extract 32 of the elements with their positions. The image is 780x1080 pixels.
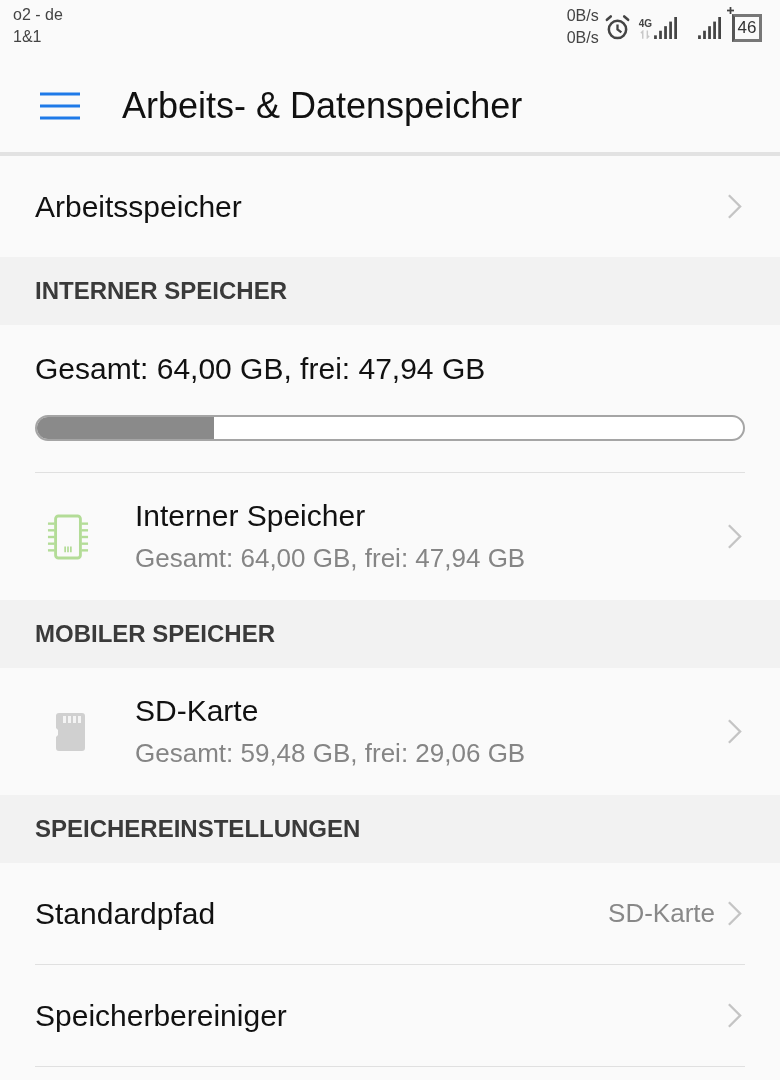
section-header: INTERNER SPEICHER [0,257,780,325]
item-title: Arbeitsspeicher [35,189,243,224]
signal-icon [698,17,722,39]
item-title: SD-Karte [135,694,260,728]
chevron-right-icon [727,523,742,550]
plus-icon [727,7,734,14]
item-title: Speicherbereiniger [35,998,288,1033]
item-title: Standardpfad [35,896,217,931]
network-speed: 0B/s [566,6,599,26]
alarm-clock-icon [604,14,630,40]
sd-card-icon [55,712,85,751]
item-value: SD-Karte [608,898,715,929]
chevron-right-icon [727,718,742,745]
item-subtitle: Gesamt: 59,48 GB, frei: 29,06 GB [135,738,527,769]
carrier-name: 1&1 [13,27,43,47]
section-header: MOBILER SPEICHER [0,600,780,668]
chevron-right-icon [727,193,742,220]
item-title: Interner Speicher [135,499,367,533]
item-subtitle: Gesamt: 64,00 GB, frei: 47,94 GB [135,543,527,574]
menu-icon [40,92,80,120]
chevron-right-icon [727,900,742,927]
chevron-right-icon [727,1002,742,1029]
storage-summary: Gesamt: 64,00 GB, frei: 47,94 GB [35,351,487,387]
section-header: SPEICHEREINSTELLUNGEN [0,795,780,863]
menu-button[interactable] [40,92,80,120]
chip-icon [47,513,89,560]
carrier-name: o2 - de [13,5,63,25]
network-type-label: 4G [638,17,652,29]
signal-icon [654,17,678,39]
network-speed: 0B/s [566,28,599,48]
screen-title: Arbeits- & Datenspeicher [122,85,523,127]
battery-indicator: 46 [732,14,762,42]
